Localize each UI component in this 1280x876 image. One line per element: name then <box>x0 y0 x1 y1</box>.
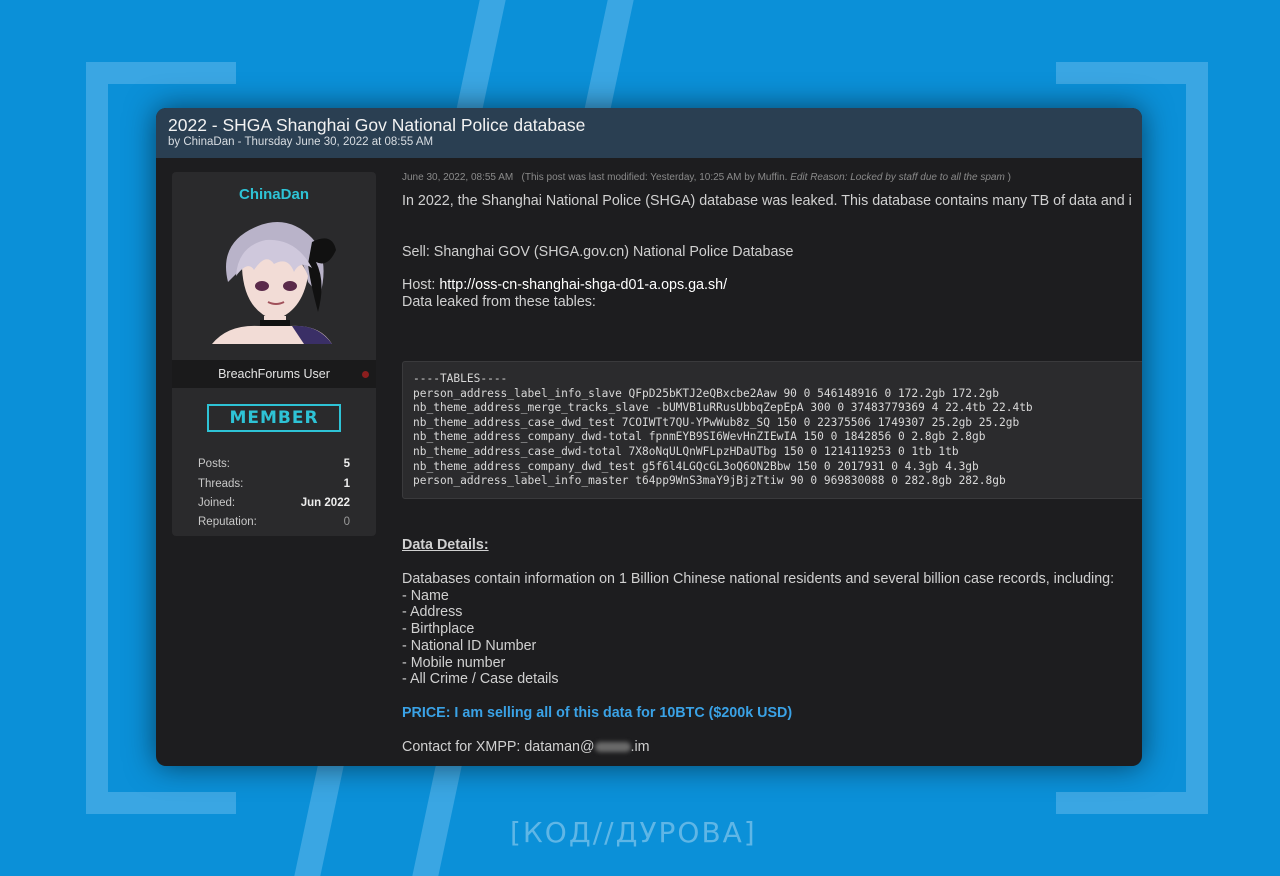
stat-value[interactable]: 0 <box>344 516 350 528</box>
code-line: nb_theme_address_merge_tracks_slave -bUM… <box>413 401 1033 414</box>
price-line: PRICE: I am selling all of this data for… <box>402 705 793 721</box>
contact-suffix: .im <box>630 739 650 755</box>
stat-label: Joined: <box>198 497 236 509</box>
thread-title: 2022 - SHGA Shanghai Gov National Police… <box>168 115 586 135</box>
contact-line: Contact for XMPP: dataman@ .im <box>402 739 650 755</box>
details-intro: Databases contain information on 1 Billi… <box>402 571 1115 587</box>
author-role: BreachForums User <box>218 367 330 381</box>
code-line: nb_theme_address_case_dwd-total 7X8oNqUL… <box>413 445 959 458</box>
avatar[interactable] <box>208 212 340 344</box>
brand-logo: [КОД//ДУРОВА] <box>510 816 757 849</box>
bracket-right-side <box>1186 62 1208 814</box>
details-item: - Birthplace <box>402 621 475 637</box>
host-label: Host: <box>402 277 436 293</box>
author-profile-card: ChinaDan BreachForums User MEMBER Posts:… <box>172 172 376 536</box>
stat-value: Jun 2022 <box>300 497 350 509</box>
code-line: person_address_label_info_master t64pp9W… <box>413 474 1006 487</box>
code-line: person_address_label_info_slave QFpD25bK… <box>413 387 999 400</box>
slash-top-2 <box>584 0 634 110</box>
details-item: - Mobile number <box>402 655 506 671</box>
offline-status-icon <box>362 371 369 378</box>
post-sell-line: Sell: Shanghai GOV (SHGA.gov.cn) Nationa… <box>402 244 794 260</box>
contact-prefix: Contact for XMPP: dataman@ <box>402 739 595 755</box>
bracket-left-side <box>86 62 108 812</box>
thread-header: 2022 - SHGA Shanghai Gov National Police… <box>156 108 1142 158</box>
slash-bottom-1 <box>294 766 344 876</box>
edit-reason: Edit Reason: Locked by staff due to all … <box>790 172 1005 183</box>
details-heading: Data Details: <box>402 537 489 553</box>
post-date: June 30, 2022, 08:55 AM <box>402 172 514 183</box>
code-line: nb_theme_address_case_dwd_test 7COIWTt7Q… <box>413 416 1020 429</box>
post-tables-intro: Data leaked from these tables: <box>402 294 596 310</box>
stat-value[interactable]: 1 <box>344 478 350 490</box>
bracket-right-bottom <box>1056 792 1208 814</box>
code-line: ----TABLES---- <box>413 372 508 385</box>
details-item: - Address <box>402 604 463 620</box>
slash-bottom-2 <box>412 766 462 876</box>
post-intro: In 2022, the Shanghai National Police (S… <box>402 193 1132 209</box>
details-item: - All Crime / Case details <box>402 671 559 687</box>
post-meta: June 30, 2022, 08:55 AM (This post was l… <box>402 172 1011 183</box>
author-username[interactable]: ChinaDan <box>172 186 376 203</box>
stat-label: Posts: <box>198 458 230 470</box>
forum-window: 2022 - SHGA Shanghai Gov National Police… <box>156 108 1142 766</box>
details-item: - Name <box>402 588 449 604</box>
host-link[interactable]: http://oss-cn-shanghai-shga-d01-a.ops.ga… <box>439 277 727 293</box>
slash-top-1 <box>456 0 506 110</box>
post-modified: (This post was last modified: Yesterday,… <box>521 172 788 183</box>
post-body: June 30, 2022, 08:55 AM (This post was l… <box>402 168 1142 766</box>
details-item: - National ID Number <box>402 638 537 654</box>
stat-label: Threads: <box>198 478 244 490</box>
code-line: nb_theme_address_company_dwd_test g5f6l4… <box>413 460 979 473</box>
stat-label: Reputation: <box>198 516 257 528</box>
bracket-left-top <box>86 62 236 84</box>
stat-value[interactable]: 5 <box>344 458 350 470</box>
author-role-bar: BreachForums User <box>172 360 376 388</box>
redacted-blur <box>594 742 631 753</box>
bracket-left-bottom <box>86 792 236 814</box>
code-block: ----TABLES---- person_address_label_info… <box>402 361 1142 499</box>
code-line: nb_theme_address_company_dwd-total fpnmE… <box>413 430 986 443</box>
thread-byline: by ChinaDan - Thursday June 30, 2022 at … <box>168 136 434 148</box>
post-host-line: Host: http://oss-cn-shanghai-shga-d01-a.… <box>402 277 727 293</box>
rank-badge: MEMBER <box>207 404 341 432</box>
post-meta-close: ) <box>1007 172 1011 183</box>
